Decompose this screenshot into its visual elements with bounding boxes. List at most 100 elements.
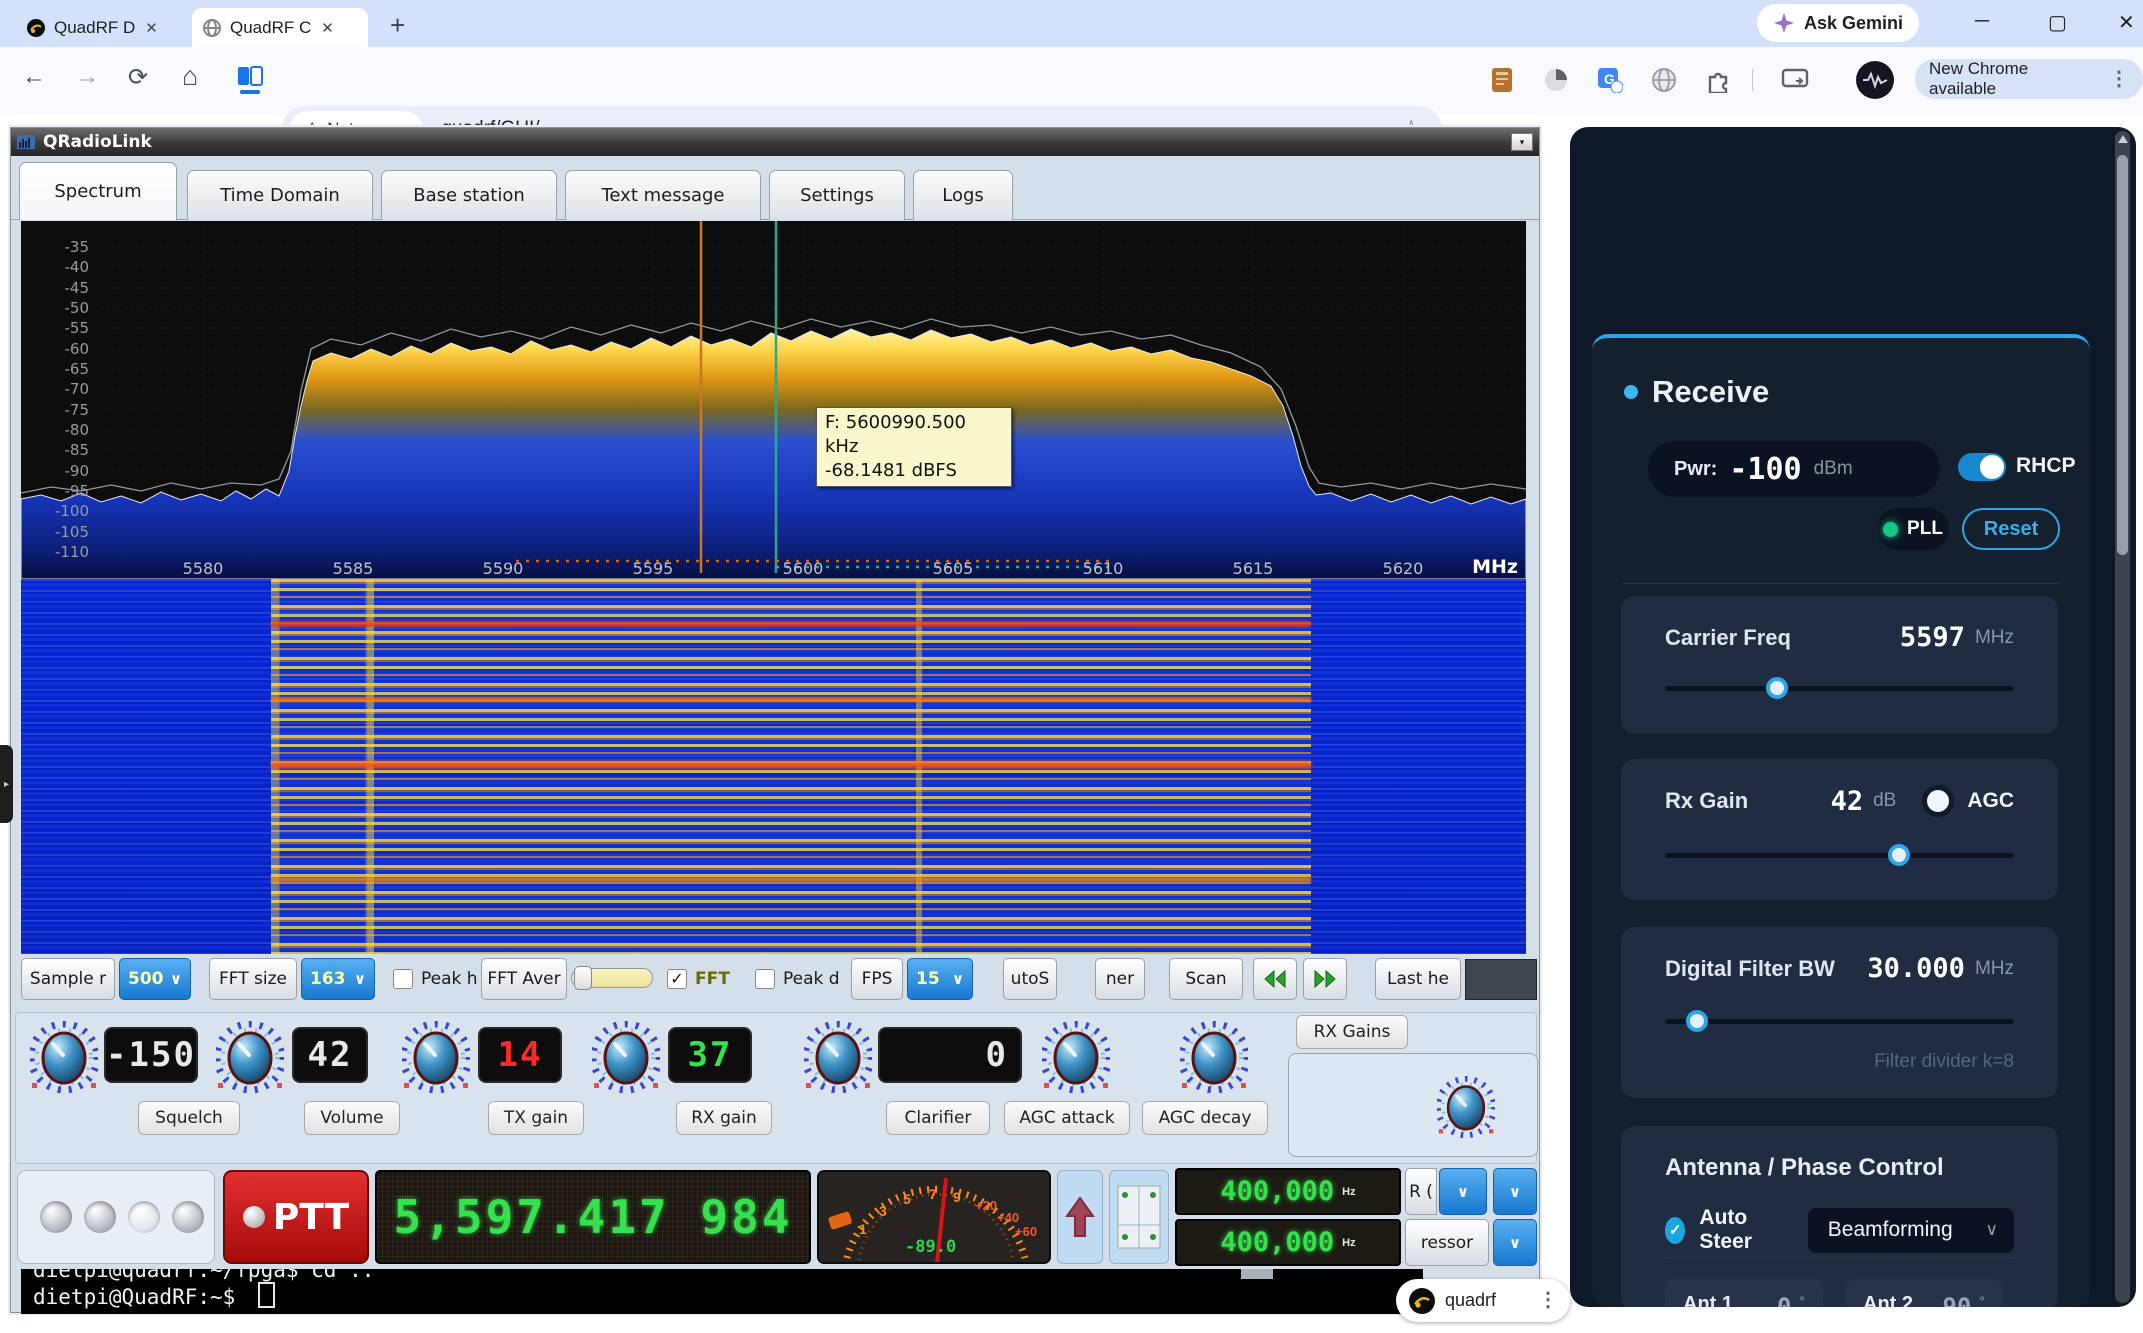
titlebar-button[interactable]: ▾ — [1511, 133, 1533, 151]
agc-attack-knob[interactable] — [1042, 1021, 1110, 1093]
back-icon[interactable]: ← — [22, 63, 46, 91]
tx-shift-display[interactable]: 400,000 Hz — [1175, 1168, 1401, 1215]
autosquelch-button[interactable]: utoS — [1003, 958, 1057, 1000]
tuner-button[interactable]: ner — [1095, 958, 1145, 1000]
waterfall[interactable] — [21, 579, 1526, 954]
browser-tab-2[interactable]: QuadRF C ✕ — [192, 8, 368, 47]
rx-gains-knob[interactable] — [1437, 1076, 1495, 1138]
notebook-extension-icon[interactable] — [1487, 65, 1517, 95]
check-icon[interactable]: ✓ — [1665, 1217, 1685, 1244]
waterfall-hot-row — [271, 697, 1311, 702]
s-meter-value: -89.0 — [905, 1237, 956, 1257]
tab-logs[interactable]: Logs — [913, 170, 1013, 220]
slider-thumb[interactable] — [1888, 844, 1910, 866]
window-close-button[interactable]: ✕ — [2118, 10, 2135, 35]
rx-shift-display[interactable]: 400,000 Hz — [1175, 1219, 1401, 1266]
status-led — [128, 1201, 160, 1233]
new-tab-button[interactable]: + — [390, 10, 405, 41]
squelch-knob[interactable] — [30, 1021, 98, 1093]
carrier-freq-slider[interactable] — [1665, 686, 2014, 691]
compressor-button[interactable]: ressor — [1405, 1219, 1489, 1266]
browser-tab-1[interactable]: QuadRF D ✕ — [16, 8, 186, 47]
scan-forward-button[interactable] — [1303, 958, 1347, 1000]
new-chrome-button[interactable]: New Chrome available ⋮ — [1915, 59, 2143, 99]
rx-gains-groupbox — [1288, 1053, 1538, 1157]
tab-text-message[interactable]: Text message — [565, 170, 761, 220]
terminal-scrollbar[interactable] — [1241, 1269, 1273, 1279]
rx-gain-knob[interactable] — [592, 1021, 660, 1093]
extensions-puzzle-icon[interactable] — [1703, 65, 1733, 95]
last-heard-button[interactable]: Last he — [1375, 958, 1461, 1000]
reload-icon[interactable]: ⟳ — [128, 63, 148, 92]
scroll-up-arrow-icon[interactable] — [2118, 135, 2128, 143]
profile-avatar[interactable] — [1856, 61, 1894, 99]
browser-menu-icon[interactable]: ⋮ — [2109, 76, 2129, 83]
close-icon[interactable]: ✕ — [321, 19, 334, 37]
fft-averaging-slider[interactable] — [571, 968, 653, 988]
hz-unit: Hz — [1342, 1237, 1355, 1249]
rx-gain-slider[interactable] — [1665, 853, 2014, 858]
frequency-display[interactable]: 5,597.417 984 — [375, 1170, 811, 1264]
sample-rate-dropdown[interactable]: 500∨ — [119, 958, 191, 1000]
steer-mode-select[interactable]: Beamforming ∨ — [1808, 1208, 2014, 1253]
fft-checkbox[interactable]: ✓ — [667, 969, 687, 989]
spectrum-plot[interactable]: -35 -40 -45 -50 -55 -60 -65 -70 -75 -80 … — [21, 221, 1526, 579]
peak-detect-checkbox[interactable] — [755, 969, 775, 989]
mode-dropdown[interactable]: ∨ — [1439, 1168, 1487, 1215]
tab-time-domain[interactable]: Time Domain — [187, 170, 373, 220]
tooltip-power: -68.1481 dBFS — [825, 459, 1003, 483]
globe-extension-icon[interactable] — [1649, 65, 1679, 95]
peak-hold-checkbox[interactable] — [393, 969, 413, 989]
tab-spectrum[interactable]: Spectrum — [19, 162, 177, 220]
constellation-button[interactable] — [1109, 1170, 1169, 1264]
minimize-button[interactable]: ─ — [1975, 10, 1989, 33]
clarifier-knob[interactable] — [804, 1021, 872, 1093]
tx-gain-knob[interactable] — [402, 1021, 470, 1093]
fft-size-dropdown[interactable]: 163∨ — [301, 958, 375, 1000]
translate-extension-icon[interactable]: G — [1595, 65, 1625, 95]
ask-gemini-button[interactable]: Ask Gemini — [1757, 4, 1919, 42]
maximize-button[interactable]: ▢ — [2048, 10, 2067, 35]
window-titlebar[interactable]: QRadioLink ▾ — [11, 128, 1539, 156]
volume-value-lcd: 42 — [292, 1027, 368, 1083]
ant1-card[interactable]: Ant 1 0 ° — [1665, 1279, 1823, 1307]
slider-handle[interactable] — [574, 966, 592, 990]
scrollbar-thumb[interactable] — [2117, 155, 2128, 555]
volume-knob[interactable] — [216, 1021, 284, 1093]
ant2-card[interactable]: Ant 2 90 ° — [1845, 1279, 2003, 1307]
band-up-button[interactable] — [1057, 1170, 1103, 1264]
slider-thumb[interactable] — [1766, 677, 1788, 699]
auto-steer-label: Auto Steer — [1699, 1206, 1779, 1254]
ptt-button[interactable]: PTT — [223, 1170, 369, 1264]
mode-fragment-button[interactable]: R ( — [1405, 1168, 1437, 1215]
agc-radio[interactable] — [1922, 785, 1954, 817]
app-icon — [17, 135, 35, 149]
close-icon[interactable]: ✕ — [145, 19, 158, 37]
slider-thumb[interactable] — [1686, 1010, 1708, 1032]
agc-decay-knob[interactable] — [1180, 1021, 1248, 1093]
fps-dropdown[interactable]: 15∨ — [907, 958, 973, 1000]
y-tick: -60 — [65, 340, 90, 358]
reset-button[interactable]: Reset — [1962, 508, 2060, 550]
forward-icon[interactable]: → — [75, 63, 99, 91]
home-icon[interactable]: ⌂ — [182, 61, 198, 92]
filter-bw-slider[interactable] — [1665, 1019, 2014, 1024]
sidebar-scrollbar[interactable] — [2115, 131, 2130, 1303]
pie-extension-icon[interactable] — [1541, 65, 1571, 95]
side-pull-handle[interactable]: ▸ — [0, 745, 13, 823]
carrier-freq-card: Carrier Freq 5597 MHz — [1621, 596, 2058, 734]
compressor-dropdown[interactable]: ∨ — [1493, 1219, 1537, 1266]
mode-dropdown-2[interactable]: ∨ — [1493, 1168, 1537, 1215]
split-view-icon[interactable] — [236, 65, 264, 95]
pill-menu-icon[interactable]: ⋮ — [1538, 1297, 1558, 1304]
rhcp-toggle[interactable] — [1958, 453, 2006, 481]
device-share-icon[interactable] — [1780, 65, 1810, 95]
rx-power-field[interactable]: Pwr: -100 dBm — [1648, 441, 1940, 497]
tab-base-station[interactable]: Base station — [381, 170, 557, 220]
tab-settings[interactable]: Settings — [769, 170, 905, 220]
scan-button[interactable]: Scan — [1169, 958, 1243, 1000]
y-tick: -95 — [65, 482, 90, 500]
quadrf-pill[interactable]: quadrf ⋮ — [1396, 1279, 1570, 1322]
terminal[interactable]: dietpi@quadrf:~/fpga$ cd .. dietpi@QuadR… — [21, 1269, 1423, 1314]
scan-back-button[interactable] — [1253, 958, 1297, 1000]
